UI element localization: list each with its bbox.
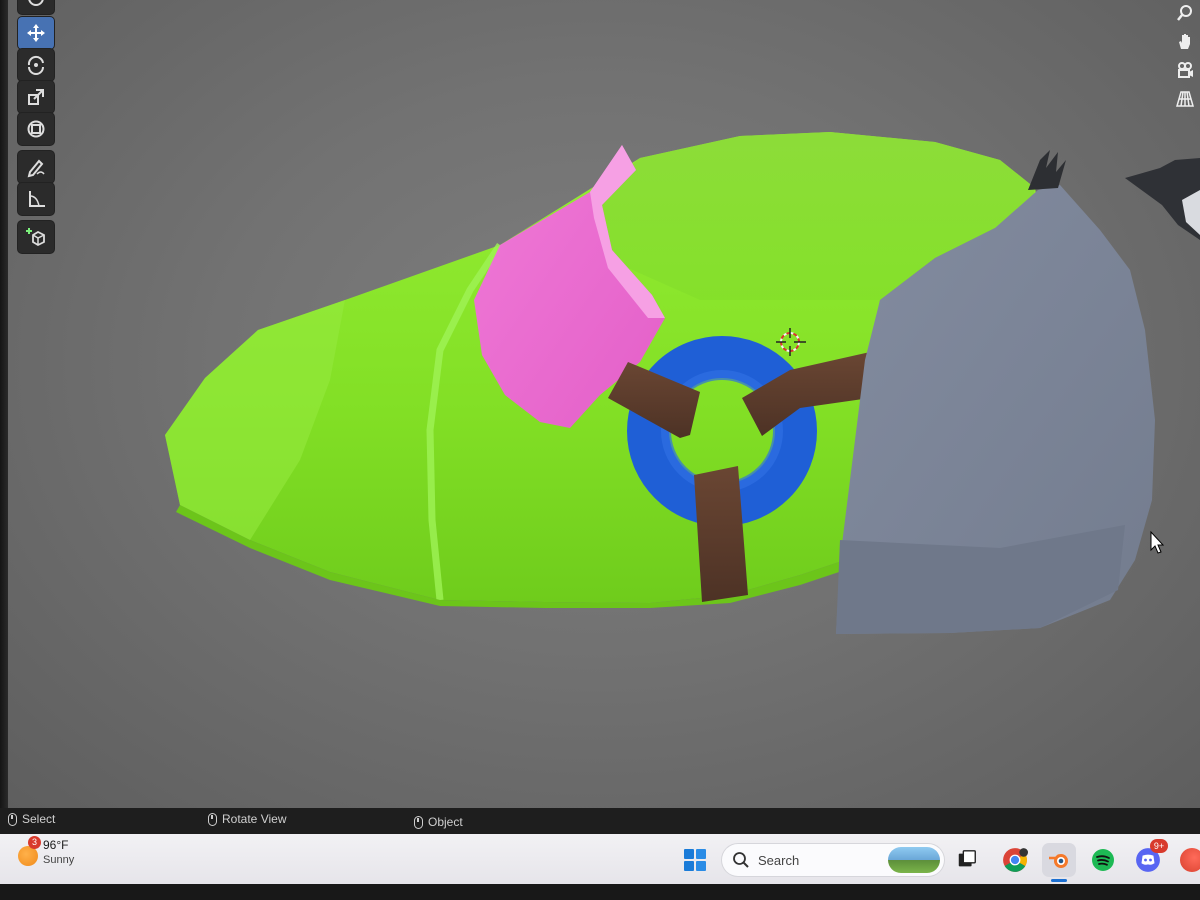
partial-app-icon[interactable] (1180, 848, 1200, 872)
scene-model[interactable] (0, 0, 1200, 808)
chrome-icon (1003, 848, 1028, 872)
add-cube-tool-button[interactable] (18, 221, 54, 253)
chrome-button[interactable] (1000, 845, 1030, 875)
camera-view-icon (1178, 62, 1193, 78)
scale-icon (28, 89, 44, 105)
status-object: Object (414, 815, 463, 829)
weather-widget[interactable]: 3 96°F Sunny (14, 836, 124, 880)
blender-active-indicator (1051, 879, 1067, 882)
status-select-label: Select (22, 812, 56, 826)
weather-sun-icon (18, 846, 38, 866)
mouse-pointer-icon (1150, 530, 1165, 554)
monitor-bezel-left (0, 0, 8, 900)
search-icon (733, 852, 749, 868)
weather-badge: 3 (28, 836, 41, 849)
zoom-button[interactable] (1172, 0, 1198, 26)
transform-tool-button[interactable] (18, 113, 54, 145)
taskbar-search-box[interactable]: Search (722, 844, 944, 876)
status-rotate-view: Rotate View (208, 812, 286, 826)
status-rotate-label: Rotate View (222, 812, 287, 826)
blender-icon (1049, 854, 1068, 868)
status-bar: Select Rotate View Object (0, 808, 1200, 834)
discord-badge: 9+ (1150, 839, 1168, 853)
monitor-bezel-bottom (0, 884, 1200, 900)
mouse-left-icon (8, 812, 17, 826)
status-object-label: Object (428, 815, 463, 829)
hand-pan-icon (1179, 34, 1190, 49)
transform-icon (27, 120, 45, 138)
rotate-tool-button[interactable] (18, 49, 54, 81)
move-tool-button[interactable] (18, 17, 54, 49)
spotify-icon (1092, 849, 1114, 871)
search-highlight-image (888, 847, 940, 873)
move-icon (27, 24, 45, 42)
status-select: Select (8, 812, 55, 826)
tool-partial-top[interactable] (18, 0, 54, 14)
search-placeholder: Search (758, 852, 800, 868)
dark-spikes (1028, 150, 1066, 190)
start-button[interactable] (680, 845, 710, 875)
spotify-button[interactable] (1088, 845, 1118, 875)
annotate-pencil-icon (27, 159, 45, 178)
annotate-tool-button[interactable] (18, 151, 54, 183)
camera-view-button[interactable] (1172, 57, 1198, 83)
perspective-grid-icon (1176, 91, 1194, 107)
rotate-icon (27, 55, 44, 75)
windows-taskbar: 3 96°F Sunny Search 9+ (0, 834, 1200, 884)
scale-tool-button[interactable] (18, 81, 54, 113)
discord-badge-count: 9+ (1153, 841, 1165, 851)
task-view-button[interactable] (952, 845, 982, 875)
discord-button[interactable]: 9+ (1133, 839, 1168, 875)
pan-button[interactable] (1172, 28, 1198, 54)
weather-temperature: 96°F (43, 838, 69, 852)
measure-ruler-icon (29, 191, 45, 207)
blender-button[interactable] (1042, 843, 1076, 877)
mouse-middle-icon (208, 812, 217, 826)
select-circle-icon (28, 0, 44, 6)
mouse-right-icon (414, 815, 423, 829)
zoom-icon (1177, 5, 1192, 21)
add-cube-icon (26, 228, 45, 247)
task-view-icon (958, 850, 976, 867)
windows-start-icon (684, 849, 706, 871)
weather-condition: Sunny (43, 854, 75, 866)
3d-viewport[interactable] (0, 0, 1200, 808)
weather-badge-count: 3 (31, 837, 37, 847)
measure-tool-button[interactable] (18, 183, 54, 215)
perspective-toggle-button[interactable] (1172, 86, 1198, 112)
